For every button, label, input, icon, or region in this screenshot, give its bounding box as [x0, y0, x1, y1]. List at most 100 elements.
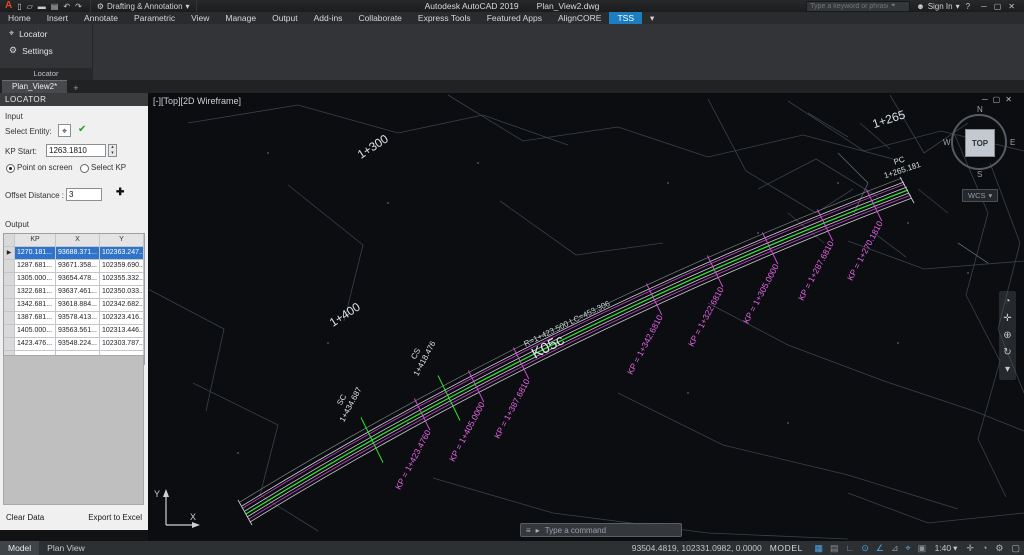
table-cell[interactable]: 93637.461...	[56, 286, 100, 299]
table-cell[interactable]: 1322.681...	[15, 286, 56, 299]
lineweight-toggle-icon[interactable]: ▣	[914, 543, 930, 554]
viewcube-west[interactable]: W	[943, 138, 951, 147]
viewcube-east[interactable]: E	[1010, 138, 1015, 147]
search-box[interactable]: ⌖	[806, 0, 911, 12]
tab-home[interactable]: Home	[0, 12, 39, 24]
table-cell[interactable]: 93563.561...	[56, 325, 100, 338]
minimize-icon[interactable]: ─	[981, 2, 987, 11]
point-on-screen-radio[interactable]	[6, 164, 15, 173]
table-cell[interactable]: 1387.681...	[15, 312, 56, 325]
grid-toggle-icon[interactable]: ▦	[811, 543, 827, 554]
column-header-kp[interactable]: KP	[15, 234, 56, 247]
select-kp-radio[interactable]	[80, 164, 89, 173]
table-cell[interactable]: 93548.224...	[56, 338, 100, 351]
table-cell[interactable]: 93688.371...	[56, 247, 100, 260]
minimize-icon[interactable]: ─	[982, 95, 988, 104]
snap-toggle-icon[interactable]: ▤	[827, 543, 843, 554]
table-cell[interactable]: 102323.416...	[100, 312, 144, 325]
zoom-icon[interactable]: ⊕	[1003, 330, 1011, 341]
command-line[interactable]: ≡ ▸ Type a command	[520, 523, 682, 537]
workspace-switcher[interactable]: ⚙ Drafting & Annotation ▾	[89, 0, 197, 12]
new-icon[interactable]: ▯	[17, 2, 21, 11]
autocad-logo-icon[interactable]: A	[0, 0, 17, 12]
table-cell[interactable]: 102363.247...	[100, 247, 144, 260]
model-space-button[interactable]: MODEL	[770, 543, 803, 553]
file-tab-plan-view2[interactable]: Plan_View2*	[2, 80, 68, 93]
add-offset-icon[interactable]: ✚	[116, 187, 124, 198]
tab-parametric[interactable]: Parametric	[126, 12, 183, 24]
table-cell[interactable]: 102355.332...	[100, 273, 144, 286]
search-icon[interactable]: ⌖	[891, 2, 895, 10]
table-cell[interactable]: 93578.413...	[56, 312, 100, 325]
table-cell[interactable]: 1423.476...	[15, 338, 56, 351]
offset-distance-input[interactable]	[66, 188, 102, 201]
alignment-curves[interactable]	[237, 176, 915, 526]
settings-button[interactable]: ⚙ Settings	[0, 41, 92, 58]
table-cell[interactable]: 1342.681...	[15, 299, 56, 312]
annotation-scale-button[interactable]: 1:40 ▾	[935, 543, 958, 554]
isodraft-toggle-icon[interactable]: ∠	[872, 543, 887, 554]
tab-annotate[interactable]: Annotate	[76, 12, 126, 24]
table-cell[interactable]: 102350.033...	[100, 286, 144, 299]
osnap-toggle-icon[interactable]: ⌖	[902, 543, 914, 554]
new-drawing-tab-icon[interactable]: +	[67, 83, 84, 93]
layout-tab-model[interactable]: Model	[0, 541, 40, 555]
tab-manage[interactable]: Manage	[217, 12, 264, 24]
customization-gear-icon[interactable]: ⚙	[991, 543, 1007, 554]
spin-down-icon[interactable]: ▾	[111, 150, 114, 156]
search-input[interactable]	[810, 2, 889, 10]
tab-aligncore[interactable]: AlignCORE	[550, 12, 609, 24]
table-cell[interactable]: 1305.000...	[15, 273, 56, 286]
tab-insert[interactable]: Insert	[39, 12, 76, 24]
clean-screen-icon[interactable]: ▢	[1007, 543, 1024, 554]
close-icon[interactable]: ✕	[1005, 95, 1012, 104]
tab-express-tools[interactable]: Express Tools	[410, 12, 479, 24]
undo-icon[interactable]: ↶	[63, 2, 70, 11]
table-cell[interactable]: 102359.690...	[100, 260, 144, 273]
model-space-view[interactable]: KP = 1+270.1810 KP = 1+287.6810 KP = 1+3…	[148, 93, 1024, 541]
viewcube-south[interactable]: S	[977, 170, 982, 179]
confirm-check-icon[interactable]: ✔	[78, 124, 86, 135]
sign-in-button[interactable]: ☻ Sign In ▾	[916, 2, 959, 11]
redo-icon[interactable]: ↷	[75, 2, 82, 11]
steering-wheel-icon[interactable]: ◔	[1004, 296, 1010, 307]
tab-add-ins[interactable]: Add-ins	[306, 12, 351, 24]
command-input[interactable]: Type a command	[545, 526, 606, 535]
save-icon[interactable]: ▬	[38, 2, 46, 11]
viewcube[interactable]: N W E S TOP	[943, 105, 1016, 179]
drawing-canvas[interactable]: KP = 1+270.1810 KP = 1+287.6810 KP = 1+3…	[148, 93, 1024, 541]
export-to-excel-button[interactable]: Export to Excel	[88, 513, 142, 522]
table-cell[interactable]: 102303.787...	[100, 338, 144, 351]
table-cell[interactable]: 1270.181...	[15, 247, 56, 260]
table-cell[interactable]: 93618.884...	[56, 299, 100, 312]
tab-output[interactable]: Output	[264, 12, 306, 24]
table-cell[interactable]: 102313.446...	[100, 325, 144, 338]
layout-tab-plan-view[interactable]: Plan View	[39, 541, 93, 555]
ucs-icon[interactable]: Y X	[154, 489, 200, 528]
table-cell[interactable]: 102342.682...	[100, 299, 144, 312]
column-header-x[interactable]: X	[56, 234, 100, 247]
annotation-visibility-icon[interactable]: ✛	[962, 543, 978, 554]
tab-view[interactable]: View	[183, 12, 217, 24]
restore-icon[interactable]: ▢	[994, 2, 1002, 11]
clear-data-button[interactable]: Clear Data	[6, 513, 44, 522]
table-cell[interactable]: 1287.681...	[15, 260, 56, 273]
kp-start-spinner[interactable]: ▴ ▾	[108, 144, 117, 157]
column-header-y[interactable]: Y	[100, 234, 144, 247]
orbit-icon[interactable]: ↻	[1003, 347, 1011, 358]
wcs-dropdown[interactable]: WCS ▾	[962, 189, 999, 202]
tab-tss[interactable]: TSS	[609, 12, 642, 24]
locator-button[interactable]: ⌖ Locator	[0, 24, 92, 41]
ortho-toggle-icon[interactable]: ∟	[842, 543, 858, 553]
select-entity-pick-button[interactable]: ⌖	[58, 124, 71, 137]
close-icon[interactable]: ✕	[1008, 2, 1015, 11]
customize-icon[interactable]: ≡	[526, 526, 531, 535]
polar-toggle-icon[interactable]: ⊙	[858, 543, 873, 554]
help-icon[interactable]: ?	[966, 2, 970, 11]
viewport-controls[interactable]: [-][Top][2D Wireframe]	[153, 96, 241, 106]
workspace-status-icon[interactable]: ◔	[978, 543, 991, 553]
table-cell[interactable]: 1405.000...	[15, 325, 56, 338]
palette-title[interactable]: LOCATOR	[0, 93, 148, 106]
table-cell[interactable]: 93654.478...	[56, 273, 100, 286]
kp-start-input[interactable]	[46, 144, 106, 157]
